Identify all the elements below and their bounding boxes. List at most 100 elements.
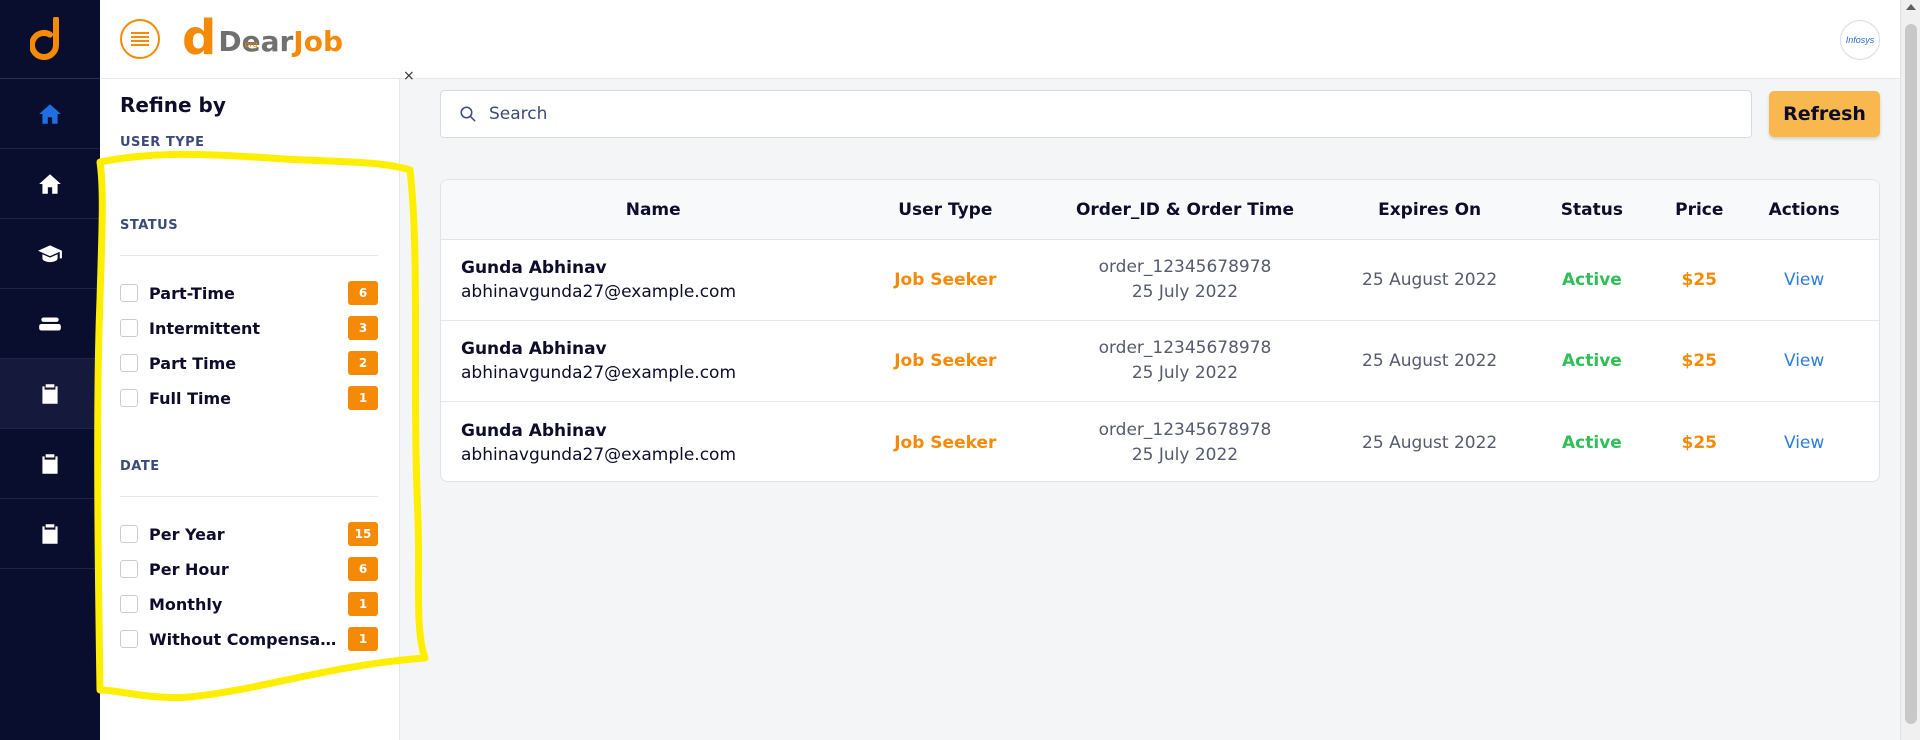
filter-label: Intermittent: [149, 318, 261, 338]
rail-item-education[interactable]: [0, 219, 100, 289]
table-row: Gunda Abhinav abhinavgunda27@example.com…: [441, 240, 1879, 321]
rail-item-layers[interactable]: [0, 289, 100, 359]
checkbox[interactable]: [120, 389, 138, 407]
filter-label: Part Time: [149, 353, 237, 373]
checkbox[interactable]: [120, 525, 138, 543]
brand-logo[interactable]: d DearJob: [182, 12, 343, 64]
divider: [120, 496, 378, 497]
filter-item-part-time-hyphen[interactable]: Part-Time 6: [120, 279, 378, 307]
checkbox[interactable]: [120, 354, 138, 372]
close-panel-icon[interactable]: ×: [403, 68, 415, 84]
count-badge: 6: [348, 281, 378, 305]
status-badge: Active: [1562, 270, 1622, 290]
filter-item-full-time[interactable]: Full Time 1: [120, 384, 378, 412]
rail-item-reports[interactable]: [0, 429, 100, 499]
col-header-user-type[interactable]: User Type: [865, 200, 1025, 220]
filter-label: Part-Time: [149, 283, 235, 303]
rail-item-tasks[interactable]: [0, 499, 100, 569]
rail-item-orders[interactable]: [0, 359, 100, 429]
filter-item-intermittent[interactable]: Intermittent 3: [120, 314, 378, 342]
count-badge: 1: [348, 627, 378, 651]
search-bar[interactable]: [440, 90, 1752, 138]
expires-on: 25 August 2022: [1362, 270, 1498, 290]
filter-label: Per Hour: [149, 559, 229, 579]
graduation-cap-icon: [38, 244, 62, 262]
price: $25: [1681, 270, 1718, 290]
user-name: Gunda Abhinav: [461, 420, 607, 441]
col-header-order[interactable]: Order_ID & Order Time: [1025, 200, 1345, 220]
top-header: d DearJob .org Infosys: [100, 0, 1900, 79]
user-email: abhinavgunda27@example.com: [461, 444, 737, 465]
filter-label: Monthly: [149, 594, 223, 614]
view-link[interactable]: View: [1729, 270, 1879, 290]
checkbox[interactable]: [120, 560, 138, 578]
count-badge: 3: [348, 316, 378, 340]
company-name: Infosys: [1845, 35, 1875, 45]
brand-suffix: .org: [242, 40, 258, 49]
filter-item-per-hour[interactable]: Per Hour 6: [120, 555, 378, 583]
status-badge: Active: [1562, 351, 1622, 371]
count-badge: 1: [348, 592, 378, 616]
table-header: Name User Type Order_ID & Order Time Exp…: [441, 180, 1879, 240]
user-email: abhinavgunda27@example.com: [461, 363, 737, 383]
filter-item-per-year[interactable]: Per Year 15: [120, 520, 378, 548]
filter-label: Per Year: [149, 524, 225, 544]
search-icon: [460, 106, 476, 122]
col-header-expires[interactable]: Expires On: [1345, 200, 1515, 220]
filter-label: Full Time: [149, 388, 231, 408]
app-logo[interactable]: [0, 0, 100, 79]
col-header-actions: Actions: [1768, 199, 1840, 220]
view-link[interactable]: View: [1729, 433, 1879, 453]
count-badge: 6: [348, 557, 378, 581]
filter-item-without-compensation[interactable]: Without Compensation 1: [120, 625, 378, 653]
order-time: 25 July 2022: [1131, 282, 1239, 302]
user-type-section-title: USER TYPE: [120, 135, 205, 150]
col-header-name[interactable]: Name: [441, 200, 865, 220]
filter-item-part-time[interactable]: Part Time 2: [120, 349, 378, 377]
expires-on: 25 August 2022: [1362, 351, 1498, 371]
count-badge: 1: [348, 386, 378, 410]
table-row: Gunda Abhinav abhinavgunda27@example.com…: [441, 402, 1879, 481]
rail-item-home[interactable]: [0, 149, 100, 219]
checkbox[interactable]: [120, 630, 138, 648]
view-link[interactable]: View: [1729, 351, 1879, 371]
refresh-button[interactable]: Refresh: [1769, 91, 1880, 137]
price: $25: [1681, 432, 1718, 453]
user-name: Gunda Abhinav: [461, 339, 607, 359]
rail-item-home-active[interactable]: [0, 79, 100, 149]
checkbox[interactable]: [120, 595, 138, 613]
date-section-title: DATE: [120, 459, 160, 474]
filter-item-monthly[interactable]: Monthly 1: [120, 590, 378, 618]
scroll-up-arrow-icon[interactable]: [1906, 4, 1916, 10]
user-type: Job Seeker: [894, 432, 997, 453]
checkbox[interactable]: [120, 319, 138, 337]
count-badge: 2: [348, 351, 378, 375]
hamburger-icon: [131, 32, 149, 46]
dearjob-logo-icon: [30, 17, 59, 60]
order-id: order_12345678978: [1098, 257, 1272, 277]
scroll-thumb[interactable]: [1905, 24, 1917, 724]
user-email: abhinavgunda27@example.com: [461, 282, 737, 302]
user-name: Gunda Abhinav: [461, 258, 607, 278]
order-id: order_12345678978: [1098, 419, 1272, 440]
checkbox[interactable]: [120, 284, 138, 302]
home-icon: [39, 103, 61, 124]
status-badge: Active: [1562, 432, 1622, 453]
page-scrollbar[interactable]: [1900, 0, 1920, 740]
brand-d-icon: d: [182, 10, 217, 66]
order-id: order_12345678978: [1098, 338, 1272, 358]
company-avatar[interactable]: Infosys: [1840, 20, 1880, 60]
col-header-status[interactable]: Status: [1515, 200, 1670, 220]
order-time: 25 July 2022: [1131, 363, 1239, 383]
table-row: Gunda Abhinav abhinavgunda27@example.com…: [441, 321, 1879, 402]
menu-toggle-button[interactable]: [120, 19, 160, 59]
search-input[interactable]: [489, 104, 1689, 124]
user-type: Job Seeker: [894, 351, 997, 371]
col-header-price[interactable]: Price: [1669, 200, 1729, 220]
brand-name: DearJob: [218, 24, 343, 58]
filter-title: Refine by: [120, 93, 226, 117]
price: $25: [1681, 351, 1718, 371]
clipboard-icon: [42, 523, 58, 544]
orders-table: Name User Type Order_ID & Order Time Exp…: [440, 179, 1880, 482]
layers-icon: [39, 317, 61, 330]
